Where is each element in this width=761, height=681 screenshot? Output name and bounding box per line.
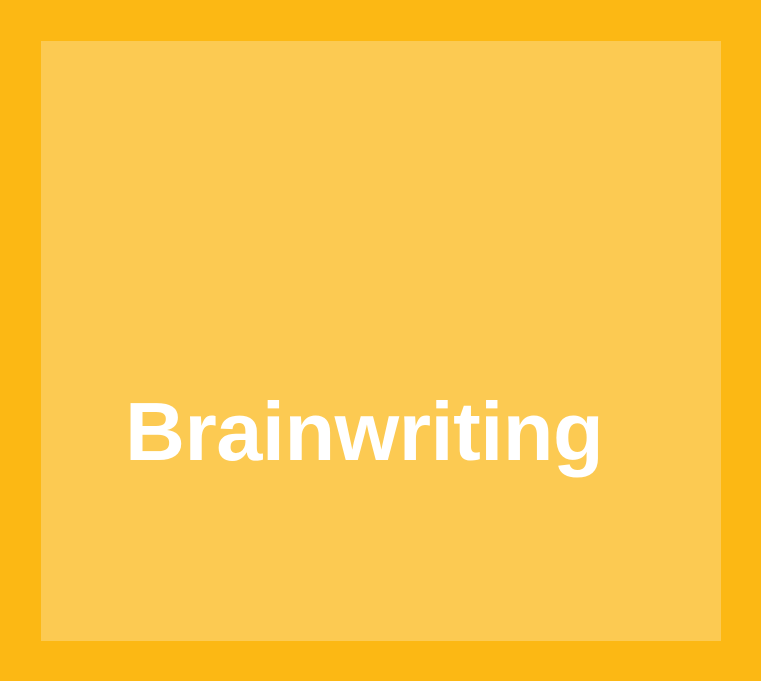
outer-frame: Brainwriting: [0, 0, 761, 681]
title-panel: [41, 41, 721, 641]
page-title: Brainwriting: [125, 385, 604, 478]
